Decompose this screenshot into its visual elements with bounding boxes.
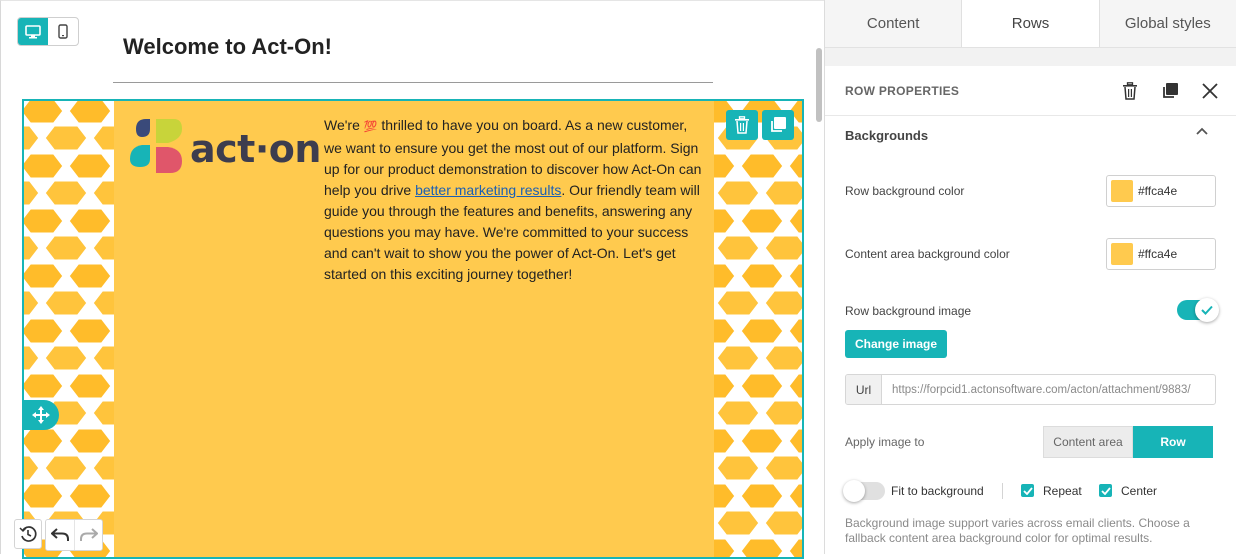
email-heading[interactable]: Welcome to Act-On!: [123, 34, 332, 60]
move-arrows-icon: [31, 406, 50, 424]
panel-close-button[interactable]: [1198, 79, 1222, 103]
background-support-note: Background image support varies across e…: [845, 516, 1190, 545]
toggle-knob: [843, 480, 865, 502]
row-bg-color-value: #ffca4e: [1138, 184, 1178, 198]
history-button[interactable]: [14, 519, 42, 549]
row-bg-image-toggle[interactable]: [1177, 298, 1219, 322]
mobile-icon: [58, 24, 68, 39]
panel-delete-button[interactable]: [1118, 79, 1142, 103]
toggle-knob: [1195, 298, 1219, 322]
undo-button[interactable]: [46, 520, 74, 550]
desktop-view-button[interactable]: [18, 18, 48, 45]
body-paragraph[interactable]: We're 💯 thrilled to have you on board. A…: [324, 115, 708, 285]
trash-icon: [1123, 81, 1137, 100]
mobile-view-button[interactable]: [48, 18, 78, 45]
fit-to-background-toggle[interactable]: [843, 480, 885, 502]
selected-row[interactable]: act·on We're 💯 thrilled to have you on b…: [22, 99, 804, 559]
chevron-up-icon[interactable]: [1195, 126, 1209, 136]
panel-gap: [825, 48, 1236, 66]
tab-content[interactable]: Content: [825, 0, 963, 47]
undo-icon: [51, 528, 69, 541]
history-icon: [19, 526, 37, 542]
row-bg-color-picker[interactable]: #ffca4e: [1106, 175, 1216, 207]
duplicate-row-button[interactable]: [762, 110, 794, 140]
fit-to-background-label: Fit to background: [891, 484, 984, 498]
close-icon: [1202, 82, 1218, 99]
options-divider: [1002, 483, 1003, 499]
duplicate-icon: [771, 117, 786, 132]
panel-duplicate-button[interactable]: [1158, 79, 1182, 103]
repeat-label: Repeat: [1043, 484, 1082, 498]
act-on-logo-mark: [130, 119, 182, 173]
act-on-logo: act·on: [128, 111, 321, 181]
row-bg-color-label: Row background color: [845, 184, 965, 198]
change-image-button[interactable]: Change image: [845, 330, 948, 358]
backgrounds-section-title[interactable]: Backgrounds: [845, 128, 928, 143]
logo-wordmark: act·on: [190, 127, 321, 171]
canvas-scroll-thumb[interactable]: [816, 48, 822, 122]
apply-image-label: Apply image to: [845, 435, 925, 449]
content-bg-color-label: Content area background color: [845, 247, 1010, 261]
url-prefix: Url: [846, 375, 882, 404]
tab-rows[interactable]: Rows: [962, 0, 1100, 47]
hundred-emoji: 💯: [363, 121, 378, 133]
content-bg-color-swatch: [1111, 243, 1133, 265]
heading-divider: [113, 82, 713, 83]
redo-icon: [79, 528, 98, 541]
check-icon: [1022, 486, 1033, 495]
row-bg-image-label: Row background image: [845, 304, 972, 318]
content-area[interactable]: act·on We're 💯 thrilled to have you on b…: [114, 101, 714, 557]
check-icon: [1201, 305, 1213, 315]
repeat-checkbox[interactable]: [1021, 484, 1034, 497]
device-toggle: [17, 17, 79, 46]
duplicate-icon: [1163, 82, 1178, 98]
delete-row-button[interactable]: [726, 110, 758, 140]
center-label: Center: [1121, 484, 1158, 498]
apply-content-area-option[interactable]: Content area: [1043, 426, 1133, 458]
row-properties-title: ROW PROPERTIES: [845, 83, 960, 98]
redo-button[interactable]: [74, 520, 102, 550]
trash-icon: [735, 116, 749, 134]
content-bg-color-picker[interactable]: #ffca4e: [1106, 238, 1216, 270]
image-url-field[interactable]: Url https://forpcid1.actonsoftware.com/a…: [845, 374, 1216, 405]
content-bg-color-value: #ffca4e: [1138, 247, 1178, 261]
better-marketing-link[interactable]: better marketing results: [415, 182, 561, 198]
desktop-icon: [25, 24, 41, 38]
image-url-input[interactable]: https://forpcid1.actonsoftware.com/acton…: [882, 375, 1215, 404]
row-properties-header: ROW PROPERTIES: [825, 66, 1236, 116]
center-checkbox[interactable]: [1099, 484, 1112, 497]
history-controls: [14, 519, 103, 551]
panel-tabs: Content Rows Global styles: [825, 0, 1236, 48]
apply-row-option[interactable]: Row: [1133, 426, 1213, 458]
editor-canvas: Welcome to Act-On! act·on We're 💯 thrill…: [0, 0, 824, 559]
properties-panel: Content Rows Global styles ROW PROPERTIE…: [824, 0, 1236, 554]
row-actions: [726, 110, 794, 140]
tab-global-styles[interactable]: Global styles: [1099, 0, 1236, 47]
apply-image-segmented: Content area Row: [1043, 426, 1213, 458]
row-bg-color-swatch: [1111, 180, 1133, 202]
check-icon: [1100, 486, 1111, 495]
move-row-handle[interactable]: [22, 400, 59, 430]
